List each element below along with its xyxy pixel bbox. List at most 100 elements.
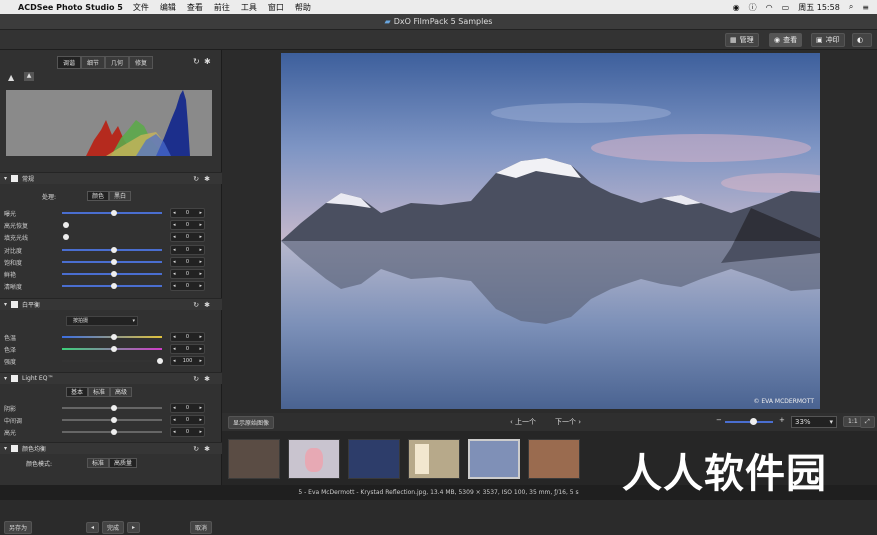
fit-screen-button[interactable]: ⤢: [860, 416, 875, 428]
collapse-icon[interactable]: ▾: [4, 445, 7, 452]
light-eq-basic[interactable]: 基本: [66, 387, 89, 397]
slider-value[interactable]: 0: [186, 247, 189, 253]
value-stepper[interactable]: ◂ 0 ▸: [170, 281, 205, 292]
save-as-button[interactable]: 另存为: [4, 520, 33, 534]
white-balance-checkbox[interactable]: [11, 301, 19, 308]
value-stepper[interactable]: ◂ 0 ▸: [170, 269, 205, 279]
decrement-icon[interactable]: ◂: [173, 283, 176, 289]
wifi-icon[interactable]: ◠: [766, 3, 773, 12]
slider-value[interactable]: 0: [186, 429, 189, 435]
color-mode-standard[interactable]: 标准: [87, 458, 110, 468]
slider-knob[interactable]: [111, 334, 117, 340]
value-stepper[interactable]: ◂ 0 ▸: [170, 415, 205, 426]
next-arrow-button[interactable]: ▸: [127, 521, 141, 533]
slider-knob[interactable]: [157, 358, 163, 365]
menu-edit[interactable]: 编辑: [160, 2, 176, 13]
slider-knob[interactable]: [111, 429, 117, 436]
increment-icon[interactable]: ▸: [199, 283, 202, 289]
decrement-icon[interactable]: ◂: [173, 210, 176, 216]
next-button[interactable]: 下一个 ›: [555, 417, 581, 427]
slider-knob[interactable]: [111, 210, 117, 216]
increment-icon[interactable]: ▸: [199, 346, 202, 352]
tab-detail[interactable]: 细节: [81, 56, 106, 69]
main-photo[interactable]: © EVA MCDERMOTT: [281, 53, 820, 409]
zoom-in-icon[interactable]: +: [779, 416, 785, 424]
slider-knob[interactable]: [111, 271, 117, 277]
show-original-button[interactable]: 显示原始图像: [228, 416, 275, 429]
thumbnail[interactable]: [348, 439, 400, 479]
reset-icon[interactable]: ↻: [193, 375, 199, 383]
value-stepper[interactable]: ◂ 0 ▸: [170, 427, 205, 438]
increment-icon[interactable]: ▸: [199, 259, 202, 265]
prev-arrow-button[interactable]: ◂: [86, 521, 100, 533]
done-button[interactable]: 完成: [102, 520, 125, 534]
slider-value[interactable]: 0: [186, 271, 189, 277]
slider-value[interactable]: 0: [186, 334, 189, 340]
reset-icon[interactable]: ↻: [193, 175, 199, 183]
settings-icon[interactable]: ✱: [204, 375, 210, 383]
collapse-icon[interactable]: ▾: [4, 301, 7, 308]
thumbnail[interactable]: [288, 439, 340, 479]
value-stepper[interactable]: ◂ 0 ▸: [170, 403, 205, 413]
color-balance-checkbox[interactable]: [11, 445, 19, 452]
menu-window[interactable]: 窗口: [268, 2, 284, 13]
settings-icon[interactable]: ✱: [204, 445, 210, 453]
light-eq-checkbox[interactable]: [11, 375, 19, 382]
slider-knob[interactable]: [111, 417, 117, 424]
menu-file[interactable]: 文件: [133, 2, 149, 13]
color-balance-section-header[interactable]: ▾ 颜色均衡 ↻ ✱: [0, 442, 222, 454]
decrement-icon[interactable]: ◂: [173, 234, 176, 240]
slider-knob[interactable]: [63, 234, 69, 241]
reset-icon[interactable]: ↻: [193, 445, 199, 453]
develop-mode-button[interactable]: ▣ 冲印: [811, 33, 845, 47]
previous-button[interactable]: ‹ 上一个: [510, 417, 536, 427]
tab-tune[interactable]: 调谐: [57, 56, 82, 69]
general-section-header[interactable]: ▾ 常规 ↻ ✱: [0, 172, 222, 184]
increment-icon[interactable]: ▸: [199, 358, 202, 364]
value-stepper[interactable]: ◂ 0 ▸: [170, 220, 205, 231]
settings-icon[interactable]: ✱: [204, 57, 211, 66]
zoom-select[interactable]: 33% ▾: [791, 416, 837, 428]
slider-value[interactable]: 0: [186, 259, 189, 265]
decrement-icon[interactable]: ◂: [173, 334, 176, 340]
thumbnail-selected[interactable]: [468, 439, 520, 479]
increment-icon[interactable]: ▸: [199, 405, 202, 411]
app-name-menu[interactable]: ACDSee Photo Studio 5: [18, 3, 123, 12]
thumbnail[interactable]: [408, 439, 460, 479]
value-stepper[interactable]: ◂ 0 ▸: [170, 244, 205, 255]
clock[interactable]: 周五 15:58: [798, 2, 840, 13]
slider-value[interactable]: 0: [186, 210, 189, 216]
collapse-icon[interactable]: ▾: [4, 175, 7, 182]
manage-mode-button[interactable]: ▦ 管理: [725, 33, 759, 47]
process-bw-option[interactable]: 黑白: [109, 191, 132, 201]
zoom-slider-knob[interactable]: [750, 418, 757, 425]
decrement-icon[interactable]: ◂: [173, 259, 176, 265]
slider-value[interactable]: 0: [186, 417, 189, 423]
info-icon[interactable]: ⓘ: [749, 2, 757, 13]
slider-value[interactable]: 100: [183, 358, 193, 364]
settings-icon[interactable]: ✱: [204, 301, 210, 309]
decrement-icon[interactable]: ◂: [173, 247, 176, 253]
histogram-icon[interactable]: ▲: [8, 73, 14, 82]
slider-value[interactable]: 0: [186, 234, 189, 240]
zoom-slider[interactable]: [725, 421, 773, 423]
reset-icon[interactable]: ↻: [193, 57, 200, 66]
decrement-icon[interactable]: ◂: [173, 405, 176, 411]
decrement-icon[interactable]: ◂: [173, 346, 176, 352]
value-stepper[interactable]: ◂ 0 ▸: [170, 208, 205, 218]
search-icon[interactable]: ⌕: [849, 2, 853, 12]
tab-geometry[interactable]: 几何: [105, 56, 130, 69]
thumbnail[interactable]: [528, 439, 580, 479]
slider-value[interactable]: 0: [186, 222, 189, 228]
dashboard-button[interactable]: ◐: [852, 33, 872, 47]
white-balance-section-header[interactable]: ▾ 白平衡 ↻ ✱: [0, 298, 222, 310]
increment-icon[interactable]: ▸: [199, 210, 202, 216]
slider-knob[interactable]: [111, 258, 117, 265]
increment-icon[interactable]: ▸: [199, 334, 202, 340]
light-eq-section-header[interactable]: ▾ Light EQ™ ↻ ✱: [0, 372, 222, 384]
menu-view[interactable]: 查看: [187, 2, 203, 13]
slider-value[interactable]: 0: [186, 346, 189, 352]
color-mode-high-quality[interactable]: 高质量: [109, 458, 138, 468]
slider-knob[interactable]: [111, 405, 117, 411]
menu-help[interactable]: 帮助: [295, 2, 311, 13]
